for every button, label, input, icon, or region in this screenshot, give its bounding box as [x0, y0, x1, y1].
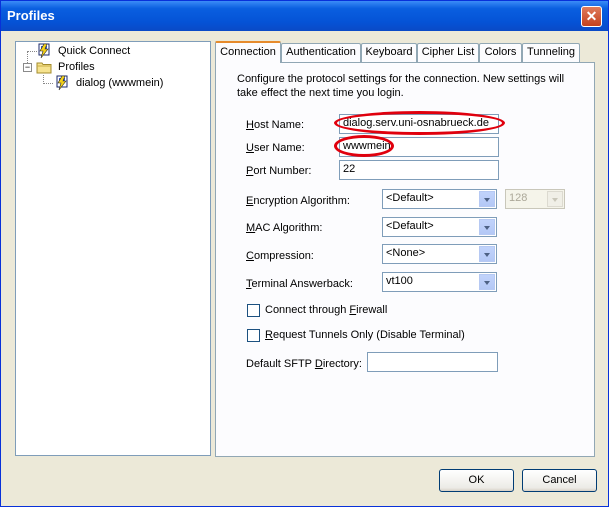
folder-icon: [36, 62, 52, 74]
sftp-directory-field[interactable]: [367, 352, 498, 372]
mac-label: MAC Algorithm:: [246, 222, 323, 234]
tab-keyboard[interactable]: Keyboard: [361, 43, 417, 62]
answerback-value: vt100: [386, 275, 413, 287]
connection-description: Configure the protocol settings for the …: [237, 73, 565, 99]
mac-select[interactable]: <Default>: [382, 217, 497, 237]
key-size-select: 128: [505, 189, 565, 209]
tab-colors[interactable]: Colors: [479, 43, 522, 62]
encryption-value: <Default>: [386, 192, 434, 204]
firewall-label: Connect through Firewall: [265, 304, 388, 316]
port-number-label: Port Number:: [246, 165, 312, 177]
annotation-oval: [334, 135, 394, 157]
chevron-down-icon[interactable]: [479, 219, 495, 235]
cancel-button[interactable]: Cancel: [522, 469, 597, 492]
compression-value: <None>: [386, 247, 426, 259]
firewall-checkbox[interactable]: [247, 304, 260, 317]
tab-cipher-list[interactable]: Cipher List: [417, 43, 479, 62]
encryption-select[interactable]: <Default>: [382, 189, 497, 209]
tree-connector: [43, 83, 53, 84]
window-title: Profiles: [7, 8, 55, 23]
host-name-label: Host Name:: [246, 119, 305, 131]
tunnels-only-checkbox[interactable]: [247, 329, 260, 342]
tree-item-label: Profiles: [58, 61, 95, 73]
port-number-field[interactable]: 22: [339, 160, 499, 180]
title-bar[interactable]: Profiles ✕: [1, 1, 608, 31]
collapse-toggle[interactable]: −: [23, 63, 32, 72]
chevron-down-icon[interactable]: [479, 246, 495, 262]
tree-item-label: Quick Connect: [58, 45, 131, 57]
key-size-value: 128: [509, 192, 528, 204]
tunnels-only-label: Request Tunnels Only (Disable Terminal): [265, 329, 465, 341]
chevron-down-icon: [547, 191, 563, 207]
profiles-dialog: Profiles ✕ Quick Connect − Profiles dial…: [0, 0, 609, 507]
compression-label: Compression:: [246, 250, 314, 262]
answerback-select[interactable]: vt100: [382, 272, 497, 292]
user-name-label: User Name:: [246, 142, 305, 154]
tree-item-label: dialog (wwwmein): [74, 75, 166, 91]
tab-connection[interactable]: Connection: [215, 41, 281, 63]
compression-select[interactable]: <None>: [382, 244, 497, 264]
annotation-oval: [334, 111, 505, 135]
chevron-down-icon[interactable]: [479, 274, 495, 290]
tab-authentication[interactable]: Authentication: [281, 43, 361, 62]
chevron-down-icon[interactable]: [479, 191, 495, 207]
encryption-label: Encryption Algorithm:: [246, 195, 350, 207]
mac-value: <Default>: [386, 220, 434, 232]
sftp-directory-label: Default SFTP Directory:: [246, 358, 362, 370]
ok-button[interactable]: OK: [439, 469, 514, 492]
tab-tunneling[interactable]: Tunneling: [522, 43, 580, 62]
computer-lightning-icon: [56, 75, 68, 91]
answerback-label: Terminal Answerback:: [246, 278, 353, 290]
profile-tree[interactable]: Quick Connect − Profiles dialog (wwwmein…: [15, 41, 211, 456]
computer-lightning-icon: [38, 43, 50, 59]
close-button[interactable]: ✕: [581, 6, 602, 27]
